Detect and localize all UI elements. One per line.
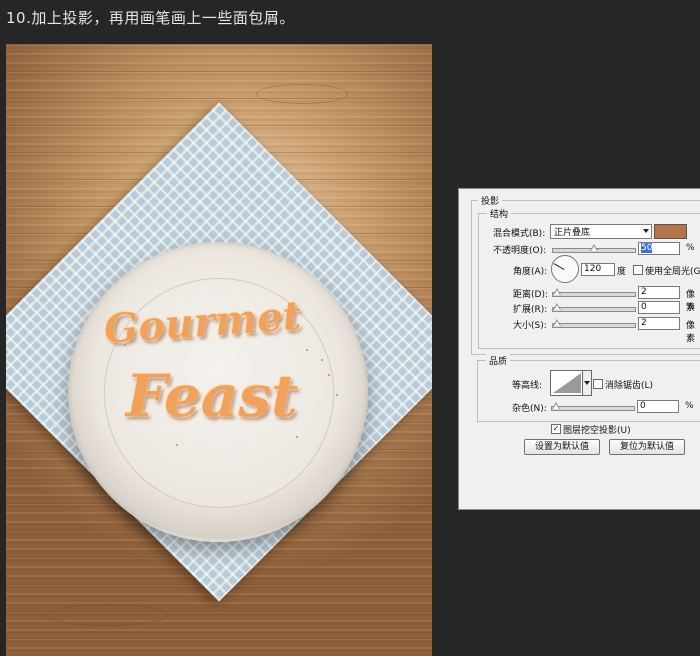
blend-mode-label: 混合模式(B):	[493, 229, 546, 239]
spread-input[interactable]: 0	[638, 301, 680, 314]
distance-slider-thumb[interactable]	[553, 288, 561, 295]
size-unit: 像素	[686, 321, 696, 344]
opacity-input[interactable]: 50	[638, 242, 680, 255]
spread-label: 扩展(R):	[513, 305, 548, 315]
distance-slider[interactable]	[552, 288, 636, 297]
contour-preview[interactable]	[550, 370, 584, 396]
make-default-button[interactable]: 设置为默认值	[524, 439, 600, 455]
layer-knockout-label: 图层挖空投影(U)	[563, 426, 631, 436]
quality-title: 品质	[486, 354, 511, 367]
wood-grain	[256, 84, 348, 104]
quality-group: 品质 等高线: 消除锯齿(L) 杂色(N): 0 %	[477, 354, 700, 422]
opacity-slider-thumb[interactable]	[590, 244, 598, 251]
blend-mode-select[interactable]: 正片叠底	[550, 224, 652, 239]
noise-label: 杂色(N):	[512, 404, 547, 414]
spread-slider[interactable]	[552, 303, 636, 312]
blend-mode-value: 正片叠底	[554, 228, 591, 238]
structure-title: 结构	[487, 207, 512, 220]
contour-curve-icon	[553, 373, 581, 393]
angle-input[interactable]: 120	[581, 263, 615, 276]
size-slider[interactable]	[552, 319, 636, 328]
distance-input[interactable]: 2	[638, 286, 680, 299]
distance-label: 距离(D):	[513, 290, 548, 300]
noise-input[interactable]: 0	[637, 400, 679, 413]
spread-slider-thumb[interactable]	[553, 303, 561, 310]
spread-unit: %	[686, 302, 695, 312]
global-light-label: 使用全局光(G)	[645, 267, 700, 277]
noise-unit: %	[685, 401, 694, 411]
noise-slider-thumb[interactable]	[552, 402, 560, 409]
antialias-checkbox[interactable]	[593, 379, 603, 389]
opacity-unit: %	[686, 243, 695, 253]
size-input[interactable]: 2	[638, 317, 680, 330]
layer-knockout-checkbox[interactable]: ✓	[551, 424, 561, 434]
shadow-color-swatch[interactable]	[654, 224, 687, 239]
structure-group: 结构 混合模式(B): 正片叠底 不透明度(O): 50 % 角度(A): 12…	[478, 207, 700, 349]
artwork-word-feast: Feast	[126, 362, 298, 430]
opacity-slider[interactable]	[552, 244, 636, 253]
chevron-down-icon	[643, 229, 649, 233]
step-title: 10.加上投影，再用画笔画上一些面包屑。	[6, 9, 295, 27]
contour-dropdown-button[interactable]	[582, 370, 592, 396]
artwork-canvas: Gourmet Feast	[6, 44, 432, 656]
bread-crumb	[124, 344, 126, 346]
angle-unit: 度	[617, 267, 627, 277]
global-light-checkbox[interactable]	[633, 265, 643, 275]
noise-slider[interactable]	[551, 402, 635, 411]
drop-shadow-title: 投影	[478, 194, 503, 207]
chevron-down-icon	[584, 381, 590, 385]
reset-default-button[interactable]: 复位为默认值	[609, 439, 685, 455]
wood-grain	[46, 604, 168, 626]
bread-crumb	[296, 436, 298, 438]
angle-label: 角度(A):	[513, 267, 548, 277]
antialias-label: 消除锯齿(L)	[605, 381, 654, 391]
bread-crumb	[336, 394, 338, 396]
bread-crumb	[176, 444, 178, 446]
angle-dial-needle	[553, 263, 565, 270]
contour-label: 等高线:	[512, 381, 543, 391]
bread-crumb	[321, 359, 323, 361]
bread-crumb	[328, 374, 330, 376]
size-label: 大小(S):	[513, 321, 547, 331]
drop-shadow-group: 投影 结构 混合模式(B): 正片叠底 不透明度(O): 50 % 角度(A):…	[471, 194, 700, 355]
bread-crumb	[306, 349, 308, 351]
angle-dial[interactable]	[551, 255, 579, 283]
size-slider-thumb[interactable]	[553, 319, 561, 326]
drop-shadow-dialog: 投影 结构 混合模式(B): 正片叠底 不透明度(O): 50 % 角度(A):…	[458, 188, 700, 510]
opacity-label: 不透明度(O):	[493, 246, 547, 256]
